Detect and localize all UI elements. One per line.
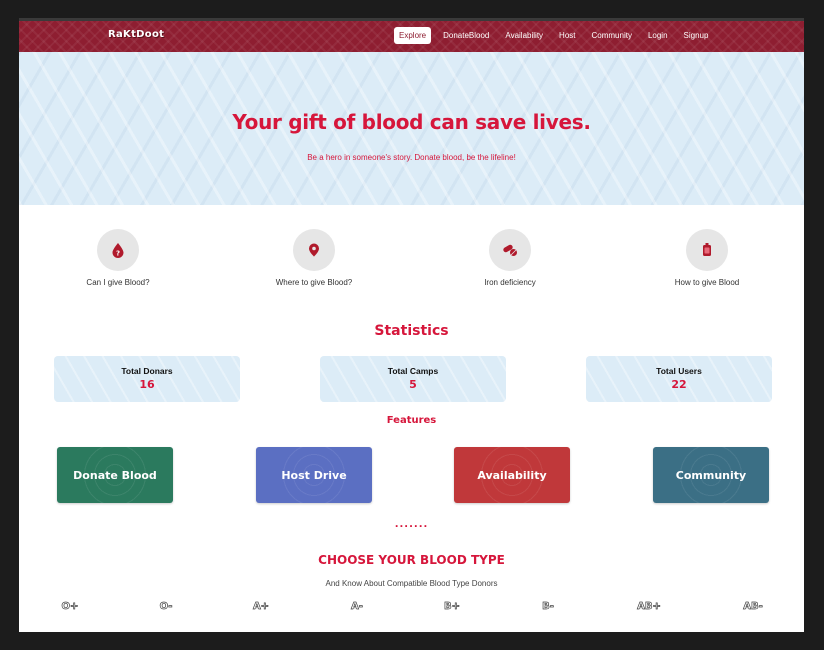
- stat-card-users: Total Users 22: [586, 356, 772, 402]
- info-iron-deficiency[interactable]: Iron deficiency: [445, 229, 575, 287]
- info-label: Iron deficiency: [484, 278, 536, 287]
- feature-donate-blood-button[interactable]: Donate Blood: [57, 447, 173, 503]
- stat-value: 16: [139, 378, 155, 391]
- blood-type-ab-positive[interactable]: AB+: [629, 601, 669, 613]
- icon-circle: ?: [97, 229, 139, 271]
- blood-bag-icon: [703, 243, 711, 256]
- feature-community-button[interactable]: Community: [653, 447, 769, 503]
- blood-type-ab-negative[interactable]: AB-: [733, 601, 773, 613]
- info-how-to-give[interactable]: How to give Blood: [642, 229, 772, 287]
- nav-login[interactable]: Login: [644, 28, 672, 43]
- blood-type-b-positive[interactable]: B+: [432, 601, 472, 613]
- info-label: How to give Blood: [674, 278, 740, 287]
- map-pin-icon: [309, 243, 319, 257]
- nav-host[interactable]: Host: [555, 28, 579, 43]
- hero-banner: Your gift of blood can save lives. Be a …: [19, 52, 804, 205]
- stat-card-camps: Total Camps 5: [320, 356, 506, 402]
- feature-availability-button[interactable]: Availability: [454, 447, 570, 503]
- navbar: RaKtDoot Explore DonateBlood Availabilit…: [19, 21, 804, 52]
- blood-type-heading: CHOOSE YOUR BLOOD TYPE: [318, 553, 505, 567]
- blood-type-o-negative[interactable]: O-: [146, 601, 186, 613]
- svg-text:?: ?: [116, 250, 120, 258]
- hero-subtitle: Be a hero in someone's story. Donate blo…: [307, 153, 516, 162]
- stat-label: Total Users: [656, 366, 702, 376]
- site-logo[interactable]: RaKtDoot: [108, 29, 164, 40]
- blood-type-subtitle: And Know About Compatible Blood Type Don…: [325, 579, 498, 588]
- browser-page: RaKtDoot Explore DonateBlood Availabilit…: [19, 18, 804, 632]
- nav-community[interactable]: Community: [588, 28, 636, 43]
- hero-title: Your gift of blood can save lives.: [232, 110, 591, 134]
- blood-type-o-positive[interactable]: O+: [50, 601, 90, 613]
- statistics-heading: Statistics: [374, 323, 449, 339]
- blood-type-a-positive[interactable]: A+: [241, 601, 281, 613]
- nav-availability[interactable]: Availability: [501, 28, 547, 43]
- nav-explore[interactable]: Explore: [394, 27, 432, 44]
- blood-type-a-negative[interactable]: A-: [337, 601, 377, 613]
- stat-label: Total Donars: [121, 366, 173, 376]
- icon-circle: [686, 229, 728, 271]
- nav-menu: Explore DonateBlood Availability Host Co…: [394, 27, 720, 44]
- stat-value: 22: [671, 378, 687, 391]
- info-label: Can I give Blood?: [86, 278, 150, 287]
- feature-host-drive-button[interactable]: Host Drive: [256, 447, 372, 503]
- blood-drop-question-icon: ?: [112, 243, 124, 258]
- info-label: Where to give Blood?: [275, 278, 353, 287]
- info-can-i-give[interactable]: ? Can I give Blood?: [53, 229, 183, 287]
- info-where-to-give[interactable]: Where to give Blood?: [249, 229, 379, 287]
- nav-signup[interactable]: Signup: [680, 28, 713, 43]
- blood-type-b-negative[interactable]: B-: [528, 601, 568, 613]
- section-divider: .......: [394, 519, 429, 530]
- stat-card-donors: Total Donars 16: [54, 356, 240, 402]
- features-heading: Features: [386, 415, 437, 426]
- icon-circle: [489, 229, 531, 271]
- icon-circle: [293, 229, 335, 271]
- pill-icon: [503, 244, 517, 256]
- nav-donate-blood[interactable]: DonateBlood: [439, 28, 493, 43]
- stat-value: 5: [409, 378, 417, 391]
- stat-label: Total Camps: [387, 366, 439, 376]
